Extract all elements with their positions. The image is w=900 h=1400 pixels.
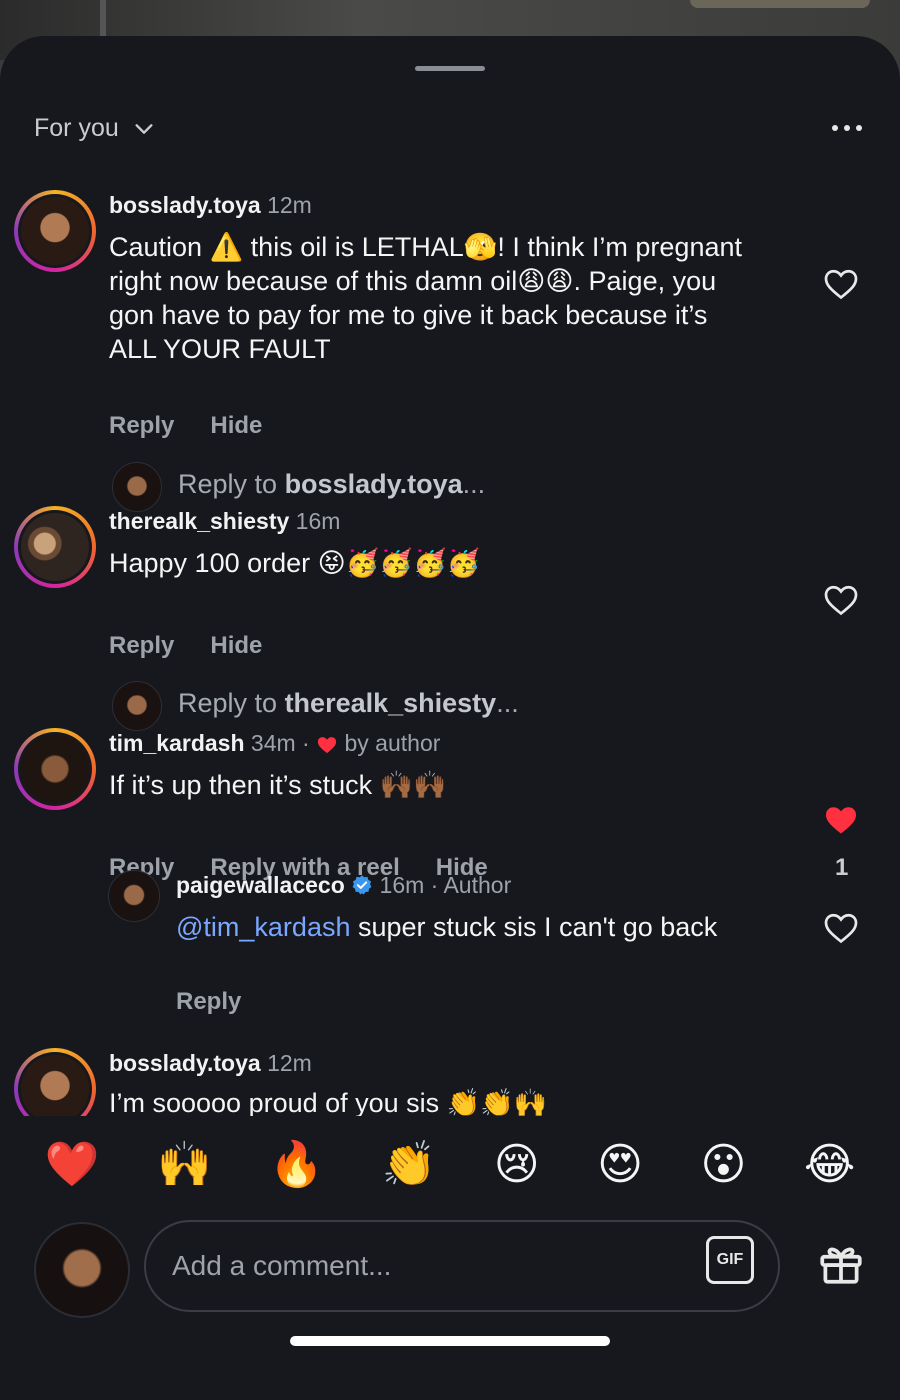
emoji-heart-eyes-button[interactable]: 😍 [597, 1143, 643, 1187]
avatar[interactable] [14, 1048, 96, 1116]
author-label: Author [443, 872, 512, 898]
reply-to-username: bosslady.toya [284, 469, 463, 499]
comment-actions: Reply Hide [109, 632, 262, 660]
emoji-cry-button[interactable]: 😢 [494, 1143, 540, 1187]
comment-text: @tim_kardash super stuck sis I can't go … [176, 912, 718, 942]
timestamp: 34m [250, 730, 296, 756]
timestamp: 16m [379, 872, 425, 898]
comment-meta: therealk_shiesty 16m [109, 508, 340, 535]
mention-link[interactable]: @tim_kardash [176, 912, 350, 942]
avatar[interactable] [108, 870, 160, 922]
home-indicator[interactable] [290, 1336, 610, 1346]
drag-handle[interactable] [415, 66, 485, 71]
reply-button[interactable]: Reply [176, 988, 241, 1016]
comment-text: If it’s up then it’s stuck 🙌🏾🙌🏾 [109, 770, 447, 800]
verified-badge-icon [352, 875, 372, 895]
reply-to-prompt[interactable]: Reply to bosslady.toya... [178, 469, 485, 500]
avatar [112, 462, 162, 512]
comment-placeholder: Add a comment... [172, 1250, 392, 1281]
emoji-wow-button[interactable]: 😮 [700, 1143, 746, 1187]
comments-sheet: For you bosslady.toya 12m Caution ⚠️ thi… [0, 36, 900, 1400]
emoji-fire-button[interactable]: 🔥 [269, 1143, 324, 1187]
like-count: 1 [835, 854, 849, 881]
quick-emoji-bar: ❤️ 🙌 🔥 👏 😢 😍 😮 😂 [0, 1120, 900, 1210]
gif-button[interactable]: GIF [706, 1236, 754, 1284]
username[interactable]: bosslady.toya [109, 192, 261, 218]
emoji-heart-button[interactable]: ❤️ [45, 1143, 100, 1187]
comment-input[interactable]: Add a comment... [144, 1220, 780, 1312]
timestamp: 12m [267, 192, 312, 218]
gift-icon[interactable] [816, 1238, 866, 1288]
timestamp: 12m [267, 1050, 312, 1076]
current-user-avatar [34, 1222, 130, 1318]
comment-list[interactable]: bosslady.toya 12m Caution ⚠️ this oil is… [0, 186, 900, 1116]
username[interactable]: bosslady.toya [109, 1050, 261, 1076]
avatar [112, 681, 162, 731]
comment-text: I’m sooooo proud of you sis 👏👏🙌 [109, 1088, 548, 1116]
comment-meta: paigewallaceco 16m · Author [176, 872, 512, 898]
emoji-raised-hands-button[interactable]: 🙌 [157, 1143, 212, 1187]
hide-button[interactable]: Hide [210, 632, 262, 660]
reply-button[interactable]: Reply [109, 412, 174, 440]
reply-to-prompt[interactable]: Reply to therealk_shiesty... [178, 688, 519, 719]
comment-actions: Reply Hide [109, 412, 262, 440]
username[interactable]: tim_kardash [109, 730, 245, 756]
timestamp: 16m [295, 508, 341, 534]
like-heart-icon[interactable] [823, 910, 859, 946]
reply-to-username: therealk_shiesty [284, 688, 497, 718]
avatar[interactable] [14, 506, 96, 588]
emoji-laugh-button[interactable]: 😂 [804, 1143, 855, 1187]
background-frame [690, 0, 870, 8]
reply-button[interactable]: Reply [109, 632, 174, 660]
emoji-clap-button[interactable]: 👏 [382, 1143, 437, 1187]
more-options-icon[interactable] [832, 118, 866, 138]
username[interactable]: therealk_shiesty [109, 508, 289, 534]
like-heart-filled-icon[interactable] [823, 802, 859, 838]
comment-meta: tim_kardash 34m · by author [109, 730, 441, 756]
heart-filled-icon [318, 737, 337, 754]
hide-button[interactable]: Hide [210, 412, 262, 440]
avatar[interactable] [14, 190, 96, 272]
comment-meta: bosslady.toya 12m [109, 192, 312, 219]
background-post [100, 0, 106, 40]
like-heart-icon[interactable] [823, 266, 859, 302]
liked-by-author: by author [344, 730, 441, 756]
avatar[interactable] [14, 728, 96, 810]
comment-text: Caution ⚠️ this oil is LETHAL🫣! I think … [109, 232, 742, 364]
like-heart-icon[interactable] [823, 582, 859, 618]
chevron-down-icon [135, 123, 153, 134]
sort-selector[interactable]: For you [34, 114, 155, 143]
comment-text: Happy 100 order 😝🥳🥳🥳🥳 [109, 548, 481, 578]
comment-actions: Reply [176, 988, 241, 1016]
username[interactable]: paigewallaceco [176, 872, 345, 898]
sort-label: For you [34, 114, 119, 142]
comment-composer: Add a comment... GIF [0, 1216, 900, 1318]
comment-meta: bosslady.toya 12m [109, 1050, 312, 1077]
